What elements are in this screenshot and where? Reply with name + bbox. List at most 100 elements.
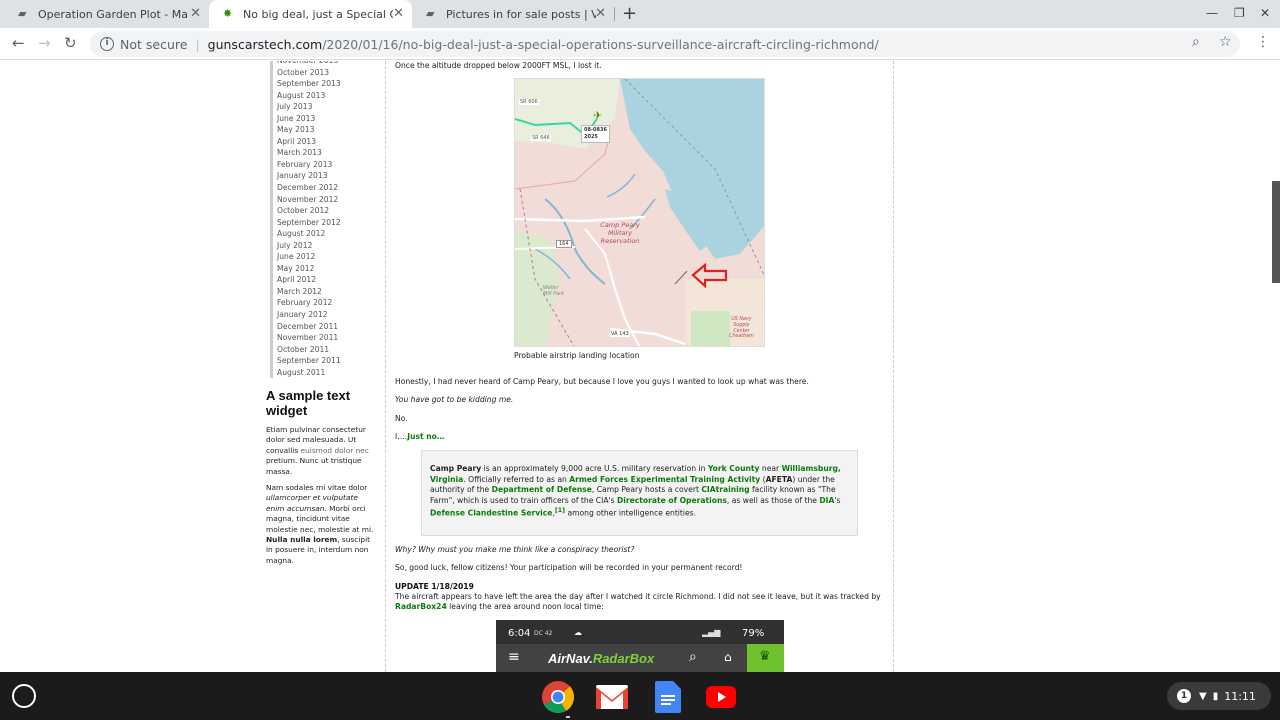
archive-link[interactable]: March 2012 bbox=[270, 285, 341, 298]
bookmark-star-icon[interactable]: ☆ bbox=[1219, 34, 1232, 50]
phone-status-icons: DC 42 bbox=[534, 630, 553, 637]
afeta-link[interactable]: Armed Forces Experimental Training Activ… bbox=[569, 475, 760, 484]
launcher-button[interactable] bbox=[12, 684, 36, 708]
just-no-link[interactable]: Just no… bbox=[407, 432, 444, 441]
airnav-app-bar: ≡ AirNav.RadarBox ⌕ ⌂ bbox=[496, 644, 784, 672]
archive-link[interactable]: September 2011 bbox=[270, 355, 341, 367]
archive-link[interactable]: October 2012 bbox=[270, 205, 341, 217]
youtube-icon[interactable] bbox=[706, 686, 736, 708]
reload-icon[interactable]: ↻ bbox=[64, 34, 77, 52]
dod-link[interactable]: Department of Defense bbox=[492, 485, 592, 494]
archive-link[interactable]: March 2013 bbox=[270, 147, 341, 159]
article-paragraph: No. bbox=[395, 414, 408, 423]
info-icon[interactable]: i bbox=[100, 37, 114, 51]
aircraft-tooltip: 08-0836 2025 bbox=[581, 125, 610, 143]
column-divider-right bbox=[893, 61, 894, 672]
quote-text: 's bbox=[834, 495, 841, 505]
archive-link[interactable]: November 2013 bbox=[270, 61, 341, 67]
archive-link[interactable]: August 2012 bbox=[270, 228, 341, 240]
dcs-link[interactable]: Defense Clandestine Service bbox=[430, 509, 552, 518]
url-path: /2020/01/16/no-big-deal-just-a-special-o… bbox=[322, 36, 879, 52]
map-caption: Probable airstrip landing location bbox=[514, 351, 640, 360]
web-page: November 2013October 2013September 2013A… bbox=[0, 61, 1280, 672]
map-label-sr646: SR 646 bbox=[531, 135, 551, 141]
quote-text: is an approximately 9,000 acre U.S. mili… bbox=[481, 464, 708, 473]
archive-link[interactable]: October 2011 bbox=[270, 343, 341, 356]
trophy-button[interactable]: ♛ bbox=[747, 644, 784, 672]
map-image[interactable]: SR 606 SR 646 ✈ 08-0836 2025 Camp Peary … bbox=[514, 78, 765, 347]
address-separator: | bbox=[195, 36, 200, 52]
archive-link[interactable]: May 2013 bbox=[270, 124, 341, 136]
article-text: I…. bbox=[395, 432, 408, 441]
archive-link[interactable]: February 2013 bbox=[270, 158, 341, 171]
archive-link[interactable]: November 2011 bbox=[270, 332, 341, 344]
status-tray[interactable]: 1 ▼ ▮ 11:11 bbox=[1167, 682, 1271, 710]
archive-link[interactable]: January 2013 bbox=[270, 170, 341, 183]
archive-link[interactable]: August 2013 bbox=[270, 89, 341, 102]
phone-time: 6:04 bbox=[508, 628, 531, 639]
battery-icon: ▮ bbox=[1212, 690, 1219, 702]
archive-link[interactable]: October 2013 bbox=[270, 66, 341, 79]
map-text: Cheatham bbox=[729, 334, 754, 340]
gun-icon: ▰ bbox=[18, 7, 27, 20]
archive-link[interactable]: December 2011 bbox=[270, 320, 341, 333]
archive-link[interactable]: July 2013 bbox=[270, 101, 341, 113]
archive-link[interactable]: April 2013 bbox=[270, 135, 341, 148]
archive-link[interactable]: May 2012 bbox=[270, 262, 341, 275]
archive-link[interactable]: April 2012 bbox=[270, 274, 341, 286]
archive-link[interactable]: July 2012 bbox=[270, 239, 341, 252]
article-text: The aircraft appears to have left the ar… bbox=[395, 592, 881, 601]
archive-link[interactable]: December 2012 bbox=[270, 182, 341, 194]
tab-pictures-for-sale[interactable]: ▰ Pictures in for sale posts | VA Gu ✕ bbox=[412, 0, 614, 28]
archive-link[interactable]: September 2012 bbox=[270, 216, 341, 229]
gmail-icon[interactable] bbox=[595, 684, 629, 710]
docs-icon[interactable] bbox=[655, 681, 681, 713]
directorate-link[interactable]: Directorate of Operations bbox=[617, 496, 727, 505]
column-divider-left bbox=[385, 61, 386, 672]
search-icon[interactable]: ⌕ bbox=[689, 649, 697, 665]
quote-text: . Officially referred to as an bbox=[463, 474, 570, 484]
widget-link[interactable]: euismod dolor nec bbox=[301, 446, 369, 455]
close-icon[interactable]: ✕ bbox=[595, 6, 606, 22]
tab-operation-garden-plot[interactable]: ▰ Operation Garden Plot - Martial L ✕ bbox=[4, 0, 209, 28]
new-tab-button[interactable]: + bbox=[622, 3, 637, 24]
cia-training-link[interactable]: CIAtraining bbox=[701, 485, 749, 494]
lock-icon[interactable]: ⌂ bbox=[724, 650, 732, 664]
york-county-link[interactable]: York County bbox=[708, 464, 760, 473]
widget-text: pretium. Nunc ut tristique massa. bbox=[266, 456, 362, 476]
archive-link[interactable]: September 2013 bbox=[270, 78, 341, 90]
map-text: Military bbox=[607, 229, 633, 237]
archive-link[interactable]: June 2013 bbox=[270, 112, 341, 125]
page-scrollbar[interactable] bbox=[1272, 181, 1280, 283]
tab-special-operations[interactable]: ✸ No big deal, just a Special Opera ✕ bbox=[209, 0, 412, 28]
zoom-icon[interactable]: ⌕ bbox=[1192, 34, 1200, 50]
menu-kebab-icon[interactable]: ⋮ bbox=[1256, 34, 1270, 50]
archive-link[interactable]: August 2011 bbox=[270, 366, 341, 379]
quote-text: , as well as those of the bbox=[726, 495, 820, 505]
dia-link[interactable]: DIA bbox=[819, 496, 834, 505]
sidebar: November 2013October 2013September 2013A… bbox=[262, 61, 386, 672]
archive-link[interactable]: June 2012 bbox=[270, 251, 341, 263]
restore-icon[interactable]: ❐ bbox=[1234, 6, 1245, 20]
close-window-icon[interactable]: ✕ bbox=[1260, 6, 1270, 20]
article-paragraph: So, good luck, fellow citizens! Your par… bbox=[395, 563, 743, 572]
archive-link[interactable]: January 2012 bbox=[270, 309, 341, 321]
archive-link[interactable]: February 2012 bbox=[270, 297, 341, 310]
article-paragraph: I….Just no… bbox=[395, 432, 445, 442]
signal-icon: ▂▄▆ bbox=[702, 628, 721, 637]
close-icon[interactable]: ✕ bbox=[190, 6, 201, 22]
close-icon[interactable]: ✕ bbox=[393, 6, 404, 22]
waller-mill-label: Waller Mill Park bbox=[543, 285, 564, 297]
chrome-icon[interactable] bbox=[541, 680, 575, 714]
hamburger-menu-icon[interactable]: ≡ bbox=[508, 649, 520, 665]
minimize-icon[interactable]: — bbox=[1206, 6, 1218, 20]
back-arrow-icon[interactable]: ← bbox=[12, 34, 25, 52]
radarbox24-link[interactable]: RadarBox24 bbox=[395, 602, 447, 611]
citation-link[interactable]: [1] bbox=[555, 507, 565, 514]
address-bar[interactable]: i Not secure | gunscarstech.com /2020/01… bbox=[90, 31, 1240, 57]
archive-link[interactable]: November 2012 bbox=[270, 193, 341, 206]
forward-arrow-icon[interactable]: → bbox=[38, 34, 51, 52]
quote-text: , Camp Peary hosts a covert bbox=[591, 485, 702, 495]
map-text: Camp Peary bbox=[600, 221, 640, 229]
widget-strong: Nulla nulla lorem bbox=[266, 535, 338, 545]
